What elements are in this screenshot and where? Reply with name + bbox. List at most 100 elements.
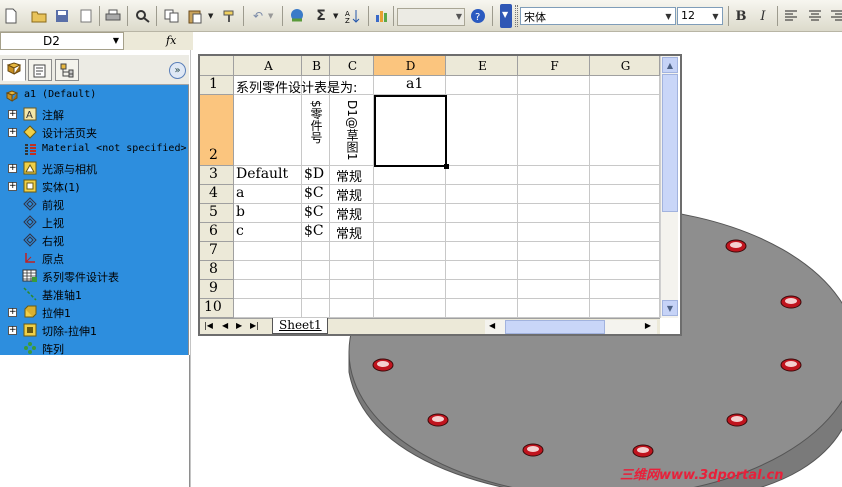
- tree-node[interactable]: Material <not specified>: [0, 141, 188, 159]
- paste-dropdown-icon[interactable]: ▼: [208, 12, 213, 20]
- grid-cell[interactable]: [330, 242, 374, 261]
- column-header-a[interactable]: A: [234, 56, 302, 76]
- permission-icon[interactable]: [77, 7, 95, 25]
- horizontal-scrollbar[interactable]: ◀ ▶: [485, 320, 657, 334]
- tab-feature-manager[interactable]: [2, 59, 26, 81]
- grid-cell[interactable]: [590, 280, 660, 299]
- align-right-icon[interactable]: [828, 7, 842, 25]
- name-box[interactable]: D2 ▼: [0, 32, 124, 50]
- expand-icon[interactable]: +: [8, 110, 17, 119]
- grid-cell[interactable]: [374, 223, 446, 242]
- grid-cell[interactable]: [302, 242, 330, 261]
- grid-cell[interactable]: [302, 299, 330, 318]
- next-sheet-icon[interactable]: ▶: [236, 321, 242, 330]
- cell-d1[interactable]: a1: [374, 76, 446, 95]
- grid-cell[interactable]: [446, 280, 518, 299]
- row-header-9[interactable]: 9: [200, 280, 234, 299]
- format-painter-icon[interactable]: [221, 7, 239, 25]
- expand-icon[interactable]: +: [8, 128, 17, 137]
- expand-icon[interactable]: +: [8, 308, 17, 317]
- grid-cell[interactable]: [446, 204, 518, 223]
- scroll-left-icon[interactable]: ◀: [489, 321, 495, 330]
- cell-c6[interactable]: 常规: [330, 223, 374, 242]
- grid-cell[interactable]: [518, 280, 590, 299]
- undo-icon[interactable]: ↶: [249, 7, 267, 25]
- cell-a5[interactable]: b: [234, 204, 302, 223]
- grid-cell[interactable]: [374, 166, 446, 185]
- tree-node[interactable]: 上视: [0, 213, 188, 231]
- column-header-b[interactable]: B: [302, 56, 330, 76]
- tab-configuration-manager[interactable]: [55, 59, 79, 81]
- row-header-7[interactable]: 7: [200, 242, 234, 261]
- grid-cell[interactable]: [234, 280, 302, 299]
- help-icon[interactable]: ?: [469, 7, 487, 25]
- italic-button[interactable]: I: [754, 7, 772, 25]
- hyperlink-icon[interactable]: [288, 7, 306, 25]
- tree-node[interactable]: + A 注解: [0, 105, 188, 123]
- cell-b3[interactable]: $D: [302, 166, 330, 185]
- open-icon[interactable]: [30, 7, 48, 25]
- grid-cell[interactable]: [590, 299, 660, 318]
- horizontal-scroll-thumb[interactable]: [505, 320, 605, 334]
- cell-b5[interactable]: $C: [302, 204, 330, 223]
- tree-node[interactable]: 原点: [0, 249, 188, 267]
- bold-button[interactable]: B: [732, 7, 750, 25]
- grid-cell[interactable]: [518, 242, 590, 261]
- grid-cell[interactable]: [518, 166, 590, 185]
- grid-cell[interactable]: [234, 95, 302, 166]
- tree-node[interactable]: a1 (Default): [0, 87, 188, 105]
- grid-cell[interactable]: [446, 223, 518, 242]
- vertical-scrollbar[interactable]: ▲ ▼: [660, 56, 678, 318]
- copy-icon[interactable]: [163, 7, 181, 25]
- autosum-icon[interactable]: Σ: [312, 7, 330, 25]
- save-icon[interactable]: [53, 7, 71, 25]
- research-icon[interactable]: [134, 7, 152, 25]
- grid-cell[interactable]: [590, 95, 660, 166]
- toolbar-options-icon[interactable]: ▼: [500, 4, 512, 28]
- grid-cell[interactable]: [374, 242, 446, 261]
- tree-node[interactable]: 系列零件设计表: [0, 267, 188, 285]
- grid-cell[interactable]: [446, 299, 518, 318]
- row-header-8[interactable]: 8: [200, 261, 234, 280]
- grid-cell[interactable]: [234, 299, 302, 318]
- chart-wizard-icon[interactable]: [374, 7, 392, 25]
- cell-b6[interactable]: $C: [302, 223, 330, 242]
- undo-dropdown-icon[interactable]: ▼: [268, 12, 273, 20]
- cell-c3[interactable]: 常规: [330, 166, 374, 185]
- sheet-tab-sheet1[interactable]: Sheet1: [272, 318, 328, 334]
- row-header-10[interactable]: 10: [200, 299, 234, 318]
- print-icon[interactable]: [104, 7, 122, 25]
- grid-cell[interactable]: [374, 280, 446, 299]
- tree-node[interactable]: + 实体(1): [0, 177, 188, 195]
- font-size-combobox[interactable]: 12 ▼: [677, 7, 723, 25]
- fill-handle[interactable]: [444, 164, 449, 169]
- row-header-1[interactable]: 1: [200, 76, 234, 95]
- tree-node[interactable]: + 光源与相机: [0, 159, 188, 177]
- grid-cell[interactable]: [590, 76, 660, 95]
- tree-node[interactable]: + 切除-拉伸1: [0, 321, 188, 339]
- grid-cell[interactable]: [446, 261, 518, 280]
- grid-cell[interactable]: [518, 223, 590, 242]
- grid-cell[interactable]: [590, 223, 660, 242]
- chevron-down-icon[interactable]: ▼: [662, 8, 675, 24]
- grid-cell[interactable]: [446, 166, 518, 185]
- tree-node[interactable]: + 拉伸1: [0, 303, 188, 321]
- grid-cell[interactable]: [590, 242, 660, 261]
- chevron-down-icon[interactable]: ▼: [709, 8, 722, 24]
- sort-ascending-icon[interactable]: AZ: [343, 7, 361, 25]
- toolbar-grip[interactable]: [515, 5, 518, 27]
- cell-a6[interactable]: c: [234, 223, 302, 242]
- cell-b2[interactable]: $零件号: [308, 100, 325, 164]
- scroll-right-icon[interactable]: ▶: [645, 321, 651, 330]
- grid-cell[interactable]: [374, 204, 446, 223]
- grid-cell[interactable]: [234, 242, 302, 261]
- align-center-icon[interactable]: [806, 7, 824, 25]
- column-header-d[interactable]: D: [374, 56, 446, 76]
- row-header-3[interactable]: 3: [200, 166, 234, 185]
- tree-node[interactable]: 基准轴1: [0, 285, 188, 303]
- grid-cell[interactable]: [302, 280, 330, 299]
- row-header-2[interactable]: 2: [200, 95, 234, 166]
- insert-function-icon[interactable]: fx: [166, 34, 176, 47]
- panel-splitter[interactable]: [190, 50, 197, 487]
- grid-cell[interactable]: [518, 185, 590, 204]
